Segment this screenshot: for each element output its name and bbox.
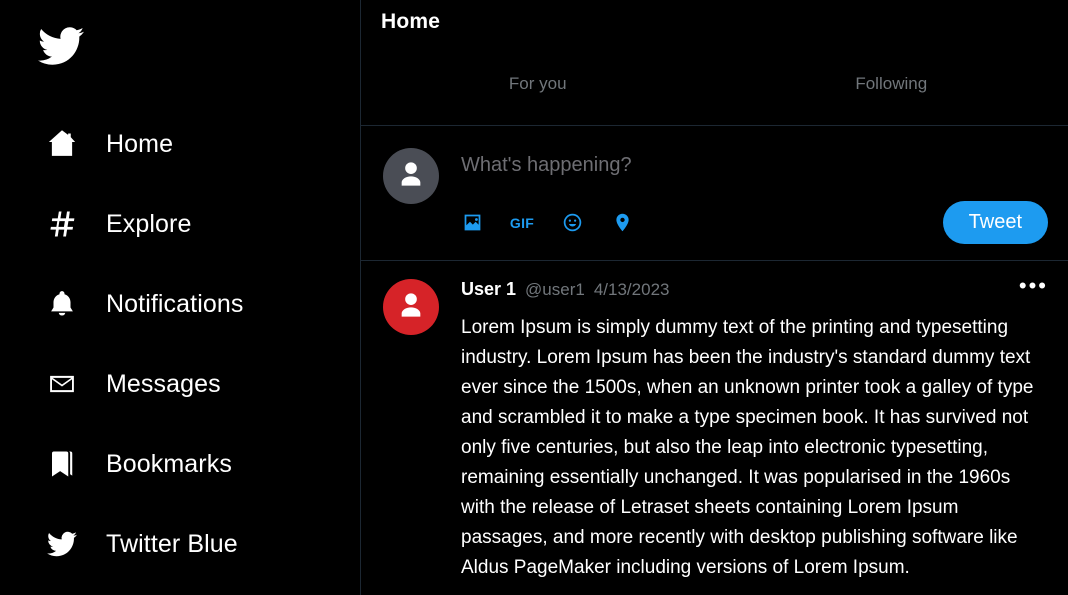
sidebar-item-bookmarks[interactable]: Bookmarks: [38, 424, 360, 504]
tab-label: Following: [855, 74, 928, 93]
sidebar-item-label: Explore: [106, 209, 192, 238]
sidebar-item-label: Notifications: [106, 289, 244, 318]
person-icon: [397, 160, 425, 193]
avatar[interactable]: [383, 279, 439, 335]
compose-action-icons: GIF: [461, 212, 633, 234]
avatar[interactable]: [383, 148, 439, 204]
sidebar-item-twitter-blue[interactable]: Twitter Blue: [38, 504, 360, 584]
tab-for-you[interactable]: For you: [361, 56, 715, 125]
tweet-content: User 1 @user1 4/13/2023 ••• Lorem Ipsum …: [461, 274, 1048, 583]
tweet-display-name: User 1: [461, 279, 517, 299]
sidebar-item-notifications[interactable]: Notifications: [38, 264, 360, 344]
emoji-icon[interactable]: [561, 212, 583, 234]
person-icon: [397, 291, 425, 324]
tweet-date: 4/13/2023: [593, 279, 670, 299]
tweet-handle: @user1: [525, 279, 585, 299]
compose-right: What's happening? GIF Tweet: [461, 148, 1048, 244]
tab-label: For you: [508, 74, 567, 93]
twitter-app: Home Explore Notifications Messages Book…: [0, 0, 1068, 595]
twitter-bird-icon: [38, 529, 86, 559]
more-options-icon[interactable]: •••: [1019, 274, 1048, 299]
bell-icon: [38, 289, 86, 319]
sidebar-item-label: Messages: [106, 369, 221, 398]
compose-actions: GIF Tweet: [461, 201, 1048, 244]
tweet-body: Lorem Ipsum is simply dummy text of the …: [461, 317, 1034, 578]
tweet-item: User 1 @user1 4/13/2023 ••• Lorem Ipsum …: [361, 261, 1068, 593]
tab-following[interactable]: Following: [715, 56, 1068, 125]
tweet-button[interactable]: Tweet: [942, 201, 1048, 244]
compose-box: What's happening? GIF Tweet: [361, 126, 1068, 261]
hashtag-icon: [38, 209, 86, 239]
envelope-icon: [38, 369, 86, 399]
twitter-bird-icon: [38, 23, 84, 74]
main-header: Home: [361, 0, 1068, 56]
gif-icon[interactable]: GIF: [510, 212, 534, 234]
sidebar: Home Explore Notifications Messages Book…: [0, 0, 360, 595]
bookmark-icon: [38, 449, 86, 479]
sidebar-item-explore[interactable]: Explore: [38, 184, 360, 264]
sidebar-item-label: Home: [106, 129, 174, 158]
image-icon[interactable]: [461, 212, 483, 234]
feed-tabs: For you Following: [361, 56, 1068, 126]
main-column: Home For you Following What's happening?: [360, 0, 1068, 595]
sidebar-item-messages[interactable]: Messages: [38, 344, 360, 424]
location-icon[interactable]: [611, 212, 633, 234]
tweet-header: User 1 @user1 4/13/2023 •••: [461, 274, 1048, 300]
home-icon: [38, 129, 86, 159]
page-title: Home: [381, 10, 441, 33]
sidebar-item-home[interactable]: Home: [38, 104, 360, 184]
sidebar-nav: Home Explore Notifications Messages Book…: [38, 104, 360, 584]
twitter-logo[interactable]: [38, 0, 360, 96]
sidebar-item-label: Bookmarks: [106, 449, 232, 478]
compose-input[interactable]: What's happening?: [461, 148, 1048, 177]
sidebar-item-label: Twitter Blue: [106, 529, 238, 558]
